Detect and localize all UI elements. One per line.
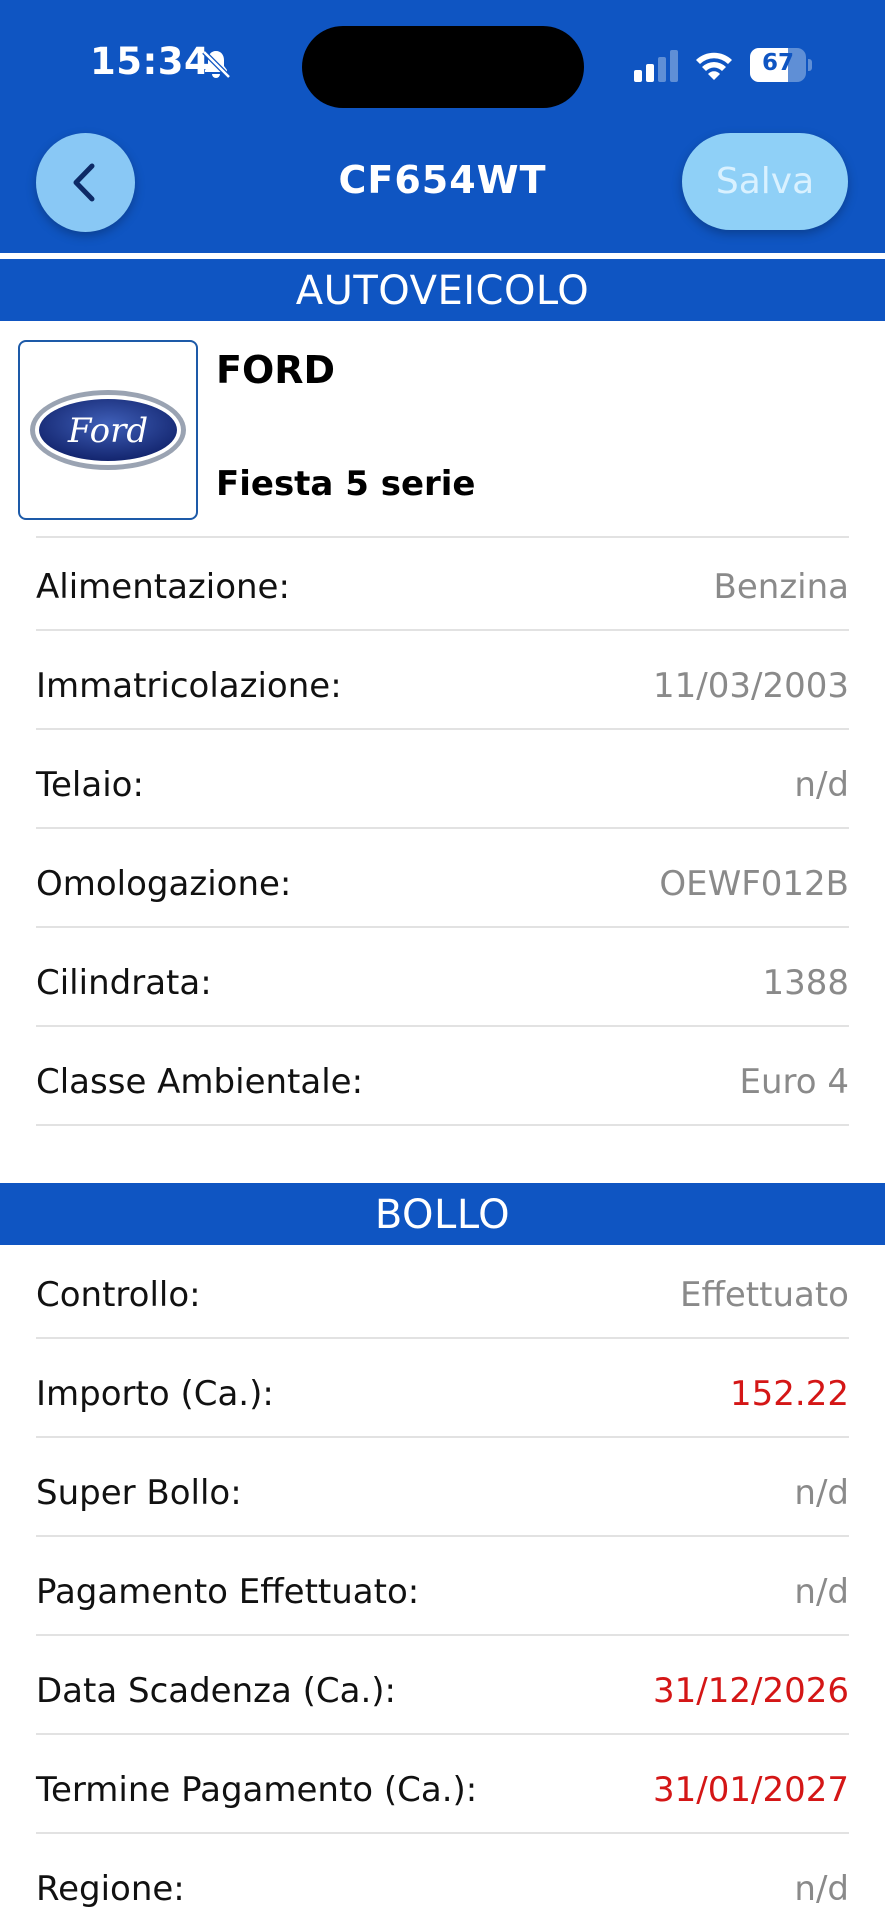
save-button[interactable]: Salva xyxy=(682,133,848,230)
divider xyxy=(36,1337,849,1339)
bollo-row-value: 31/01/2027 xyxy=(653,1770,849,1810)
autoveicolo-row-value: Euro 4 xyxy=(739,1062,849,1102)
autoveicolo-row-value: n/d xyxy=(794,765,849,805)
vehicle-brand: FORD xyxy=(216,348,336,392)
divider xyxy=(36,1124,849,1126)
divider xyxy=(36,728,849,730)
autoveicolo-row-label: Alimentazione: xyxy=(36,567,290,607)
divider xyxy=(36,926,849,928)
bollo-row-label: Pagamento Effettuato: xyxy=(36,1572,420,1612)
bollo-row-label: Importo (Ca.): xyxy=(36,1374,274,1414)
bollo-row-value: n/d xyxy=(794,1572,849,1612)
autoveicolo-row-label: Classe Ambientale: xyxy=(36,1062,364,1102)
autoveicolo-row-value: 1388 xyxy=(762,963,849,1003)
page-title: CF654WT xyxy=(338,158,547,202)
autoveicolo-row-label: Cilindrata: xyxy=(36,963,212,1003)
brand-logo: Ford xyxy=(18,340,198,520)
bollo-row-label: Regione: xyxy=(36,1869,185,1909)
autoveicolo-row-label: Immatricolazione: xyxy=(36,666,342,706)
bollo-row-label: Super Bollo: xyxy=(36,1473,242,1513)
autoveicolo-row-value: OEWF012B xyxy=(659,864,849,904)
autoveicolo-row-value: 11/03/2003 xyxy=(653,666,849,706)
divider xyxy=(36,536,849,538)
chevron-left-icon xyxy=(73,163,95,202)
signal-icon xyxy=(634,50,678,82)
svg-text:Ford: Ford xyxy=(67,411,148,451)
wifi-icon xyxy=(696,52,732,80)
bollo-row-label: Data Scadenza (Ca.): xyxy=(36,1671,397,1711)
bollo-row-value: 152.22 xyxy=(730,1374,849,1414)
divider xyxy=(36,1025,849,1027)
section-header-bollo: BOLLO xyxy=(0,1183,885,1245)
divider xyxy=(36,1832,849,1834)
section-header-autoveicolo: AUTOVEICOLO xyxy=(0,259,885,321)
divider xyxy=(36,1634,849,1636)
divider xyxy=(36,1535,849,1537)
ford-logo-icon: Ford xyxy=(30,390,186,470)
bollo-row-value: Effettuato xyxy=(679,1275,849,1315)
divider xyxy=(36,1733,849,1735)
battery-icon: 67 xyxy=(750,48,812,82)
vehicle-model: Fiesta 5 serie xyxy=(216,464,476,504)
autoveicolo-row-label: Telaio: xyxy=(36,765,144,805)
bollo-row-label: Termine Pagamento (Ca.): xyxy=(36,1770,478,1810)
dynamic-island xyxy=(302,26,584,108)
back-button[interactable] xyxy=(36,133,135,232)
battery-percent: 67 xyxy=(761,50,794,76)
bollo-row-value: n/d xyxy=(794,1869,849,1909)
status-bar: 15:34 67 xyxy=(0,0,885,120)
bollo-row-value: 31/12/2026 xyxy=(653,1671,849,1711)
divider xyxy=(36,629,849,631)
divider xyxy=(36,1436,849,1438)
autoveicolo-row-value: Benzina xyxy=(713,567,849,607)
status-time: 15:34 xyxy=(90,40,211,83)
divider xyxy=(36,827,849,829)
bollo-row-value: n/d xyxy=(794,1473,849,1513)
bollo-row-label: Controllo: xyxy=(36,1275,201,1315)
autoveicolo-row-label: Omologazione: xyxy=(36,864,292,904)
bell-slash-icon xyxy=(202,50,231,79)
